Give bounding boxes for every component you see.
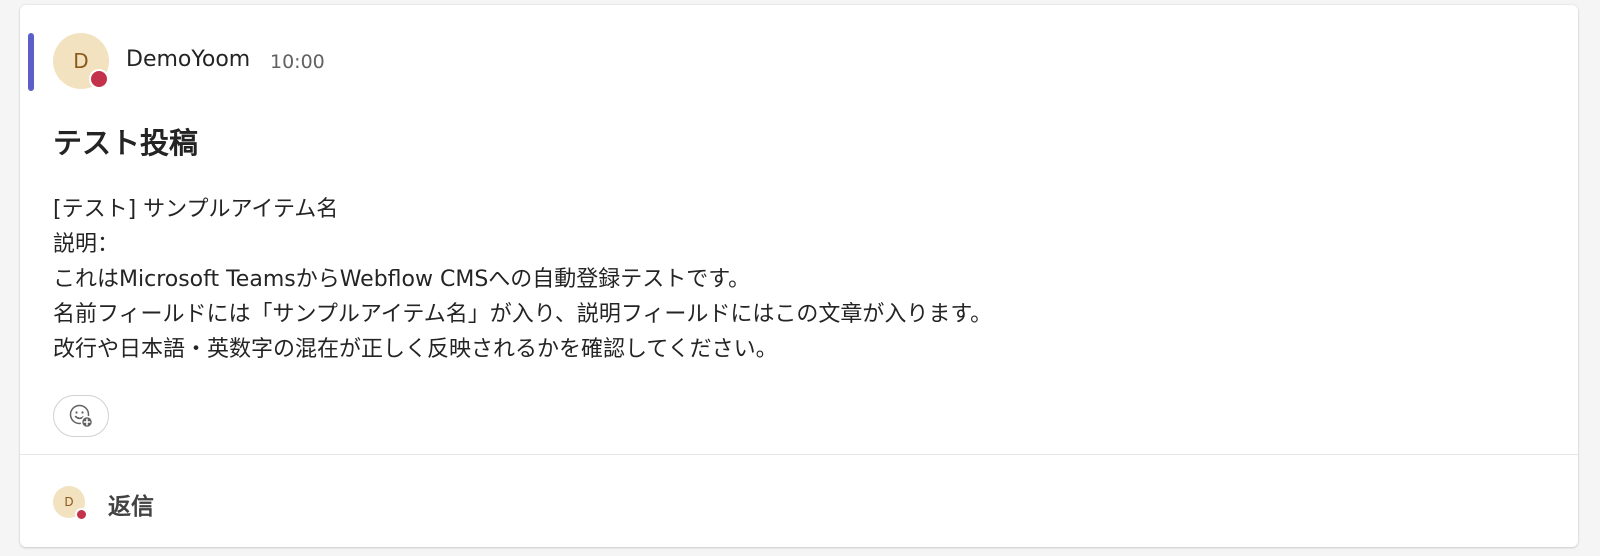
emoji-add-icon <box>69 404 94 429</box>
message-body-line: 改行や日本語・英数字の混在が正しく反映されるかを確認してください。 <box>53 337 778 362</box>
message-timestamp: 10:00 <box>270 51 325 73</box>
message-body-line: これはMicrosoft TeamsからWebflow CMSへの自動登録テスト… <box>53 267 751 292</box>
message-body-line: [テスト] サンプルアイテム名 <box>53 197 339 222</box>
reply-avatar-initial: D <box>64 495 74 509</box>
message-subject: テスト投稿 <box>53 126 199 160</box>
reply-divider <box>20 454 1578 455</box>
message-body: [テスト] サンプルアイテム名 説明： これはMicrosoft Teamsから… <box>53 192 992 367</box>
author-name[interactable]: DemoYoom <box>126 47 250 72</box>
message-body-line: 名前フィールドには「サンプルアイテム名」が入り、説明フィールドにはこの文章が入り… <box>53 302 993 327</box>
add-reaction-button[interactable] <box>53 395 109 437</box>
reply-presence-busy-icon <box>75 508 88 521</box>
author-avatar-initial: D <box>73 49 89 73</box>
message-card: D DemoYoom 10:00 テスト投稿 [テスト] サンプルアイテム名 説… <box>20 5 1578 547</box>
message-accent-bar <box>28 33 34 91</box>
reply-button[interactable]: 返信 <box>108 487 154 521</box>
presence-busy-icon <box>89 69 109 89</box>
message-body-line: 説明： <box>53 232 120 257</box>
